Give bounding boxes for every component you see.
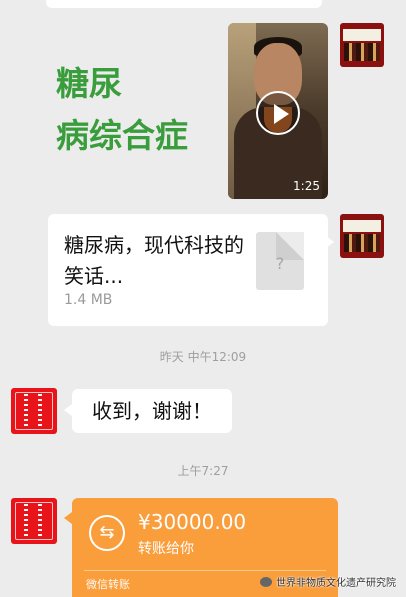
green-card-line2: 病综合症 [56, 116, 188, 155]
avatar[interactable] [11, 388, 57, 434]
transfer-label: 转账给你 [138, 541, 194, 557]
text-message-received[interactable]: 收到，谢谢！ [72, 389, 232, 433]
video-duration: 1:25 [293, 179, 320, 193]
timestamp: 昨天 中午12:09 [159, 350, 247, 364]
avatar[interactable] [11, 498, 57, 544]
file-title: 糖尿病，现代科技的笑话... [64, 233, 244, 288]
unknown-file-icon: ? [256, 232, 304, 290]
previous-message-bubble [46, 0, 322, 8]
file-size: 1.4 MB [64, 292, 113, 308]
avatar[interactable] [340, 23, 384, 67]
play-icon[interactable] [256, 91, 300, 135]
divider [84, 570, 326, 571]
green-card-line1: 糖尿 [56, 64, 122, 103]
video-message[interactable]: 1:25 [228, 23, 328, 199]
file-message[interactable]: 糖尿病，现代科技的笑话... 1.4 MB ? [48, 214, 328, 326]
avatar[interactable] [340, 214, 384, 258]
watermark-text: 世界非物质文化遗产研究院 [276, 578, 396, 589]
watermark: 世界非物质文化遗产研究院 [260, 574, 396, 589]
text-card-sent[interactable]: 糖尿 病综合症 [56, 58, 188, 162]
transfer-footer: 微信转账 [86, 578, 130, 591]
timestamp: 上午7:27 [177, 464, 229, 478]
transfer-amount: ¥30000.00 [138, 510, 247, 534]
wechat-icon [260, 577, 272, 587]
transfer-icon: ⇆ [89, 515, 125, 551]
